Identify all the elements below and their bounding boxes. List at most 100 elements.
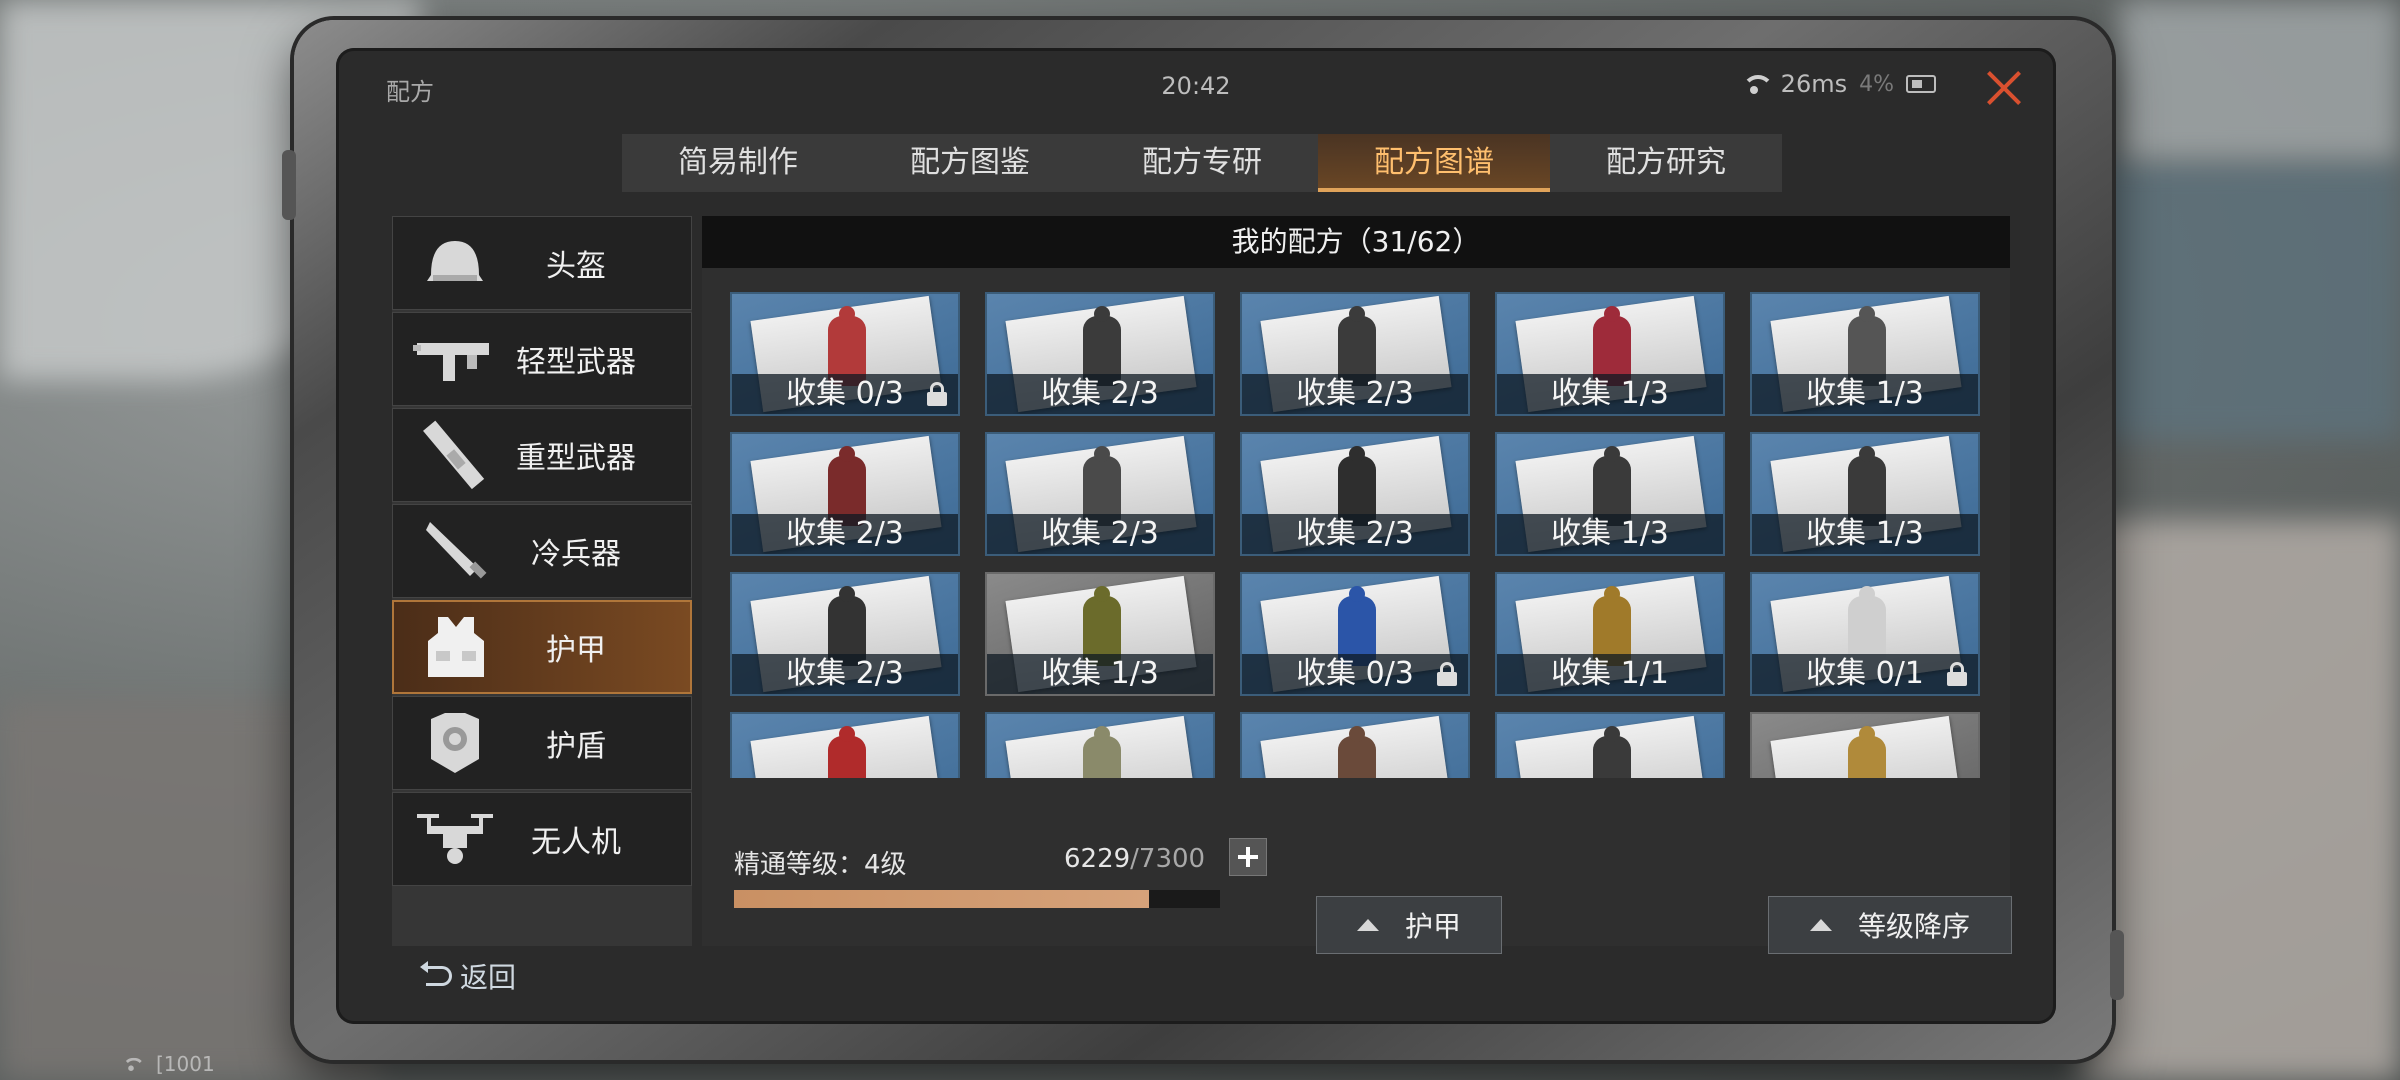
sidebar-item-helmet[interactable]: 头盔 bbox=[392, 216, 692, 310]
sidebar-item-label: 头盔 bbox=[546, 249, 606, 284]
drone-icon bbox=[409, 799, 501, 879]
blade-icon bbox=[409, 511, 501, 591]
recipe-card[interactable]: 收集 0/0 bbox=[1495, 712, 1725, 778]
background-blur bbox=[2080, 520, 2400, 1080]
tab-simple-craft[interactable]: 简易制作 bbox=[622, 134, 854, 192]
mastery-level: 精通等级：4级 bbox=[734, 850, 907, 880]
network-text: [1001 bbox=[156, 1052, 215, 1076]
recipe-grid: 收集 0/3 收集 2/3 收集 2/3 收集 1/3 收集 1/3 收集 2/3 收集 2… bbox=[702, 278, 2010, 778]
collection-count: 收集 1/1 bbox=[1497, 654, 1723, 694]
shield-icon bbox=[409, 703, 501, 783]
recipe-card[interactable]: 收集 2/3 bbox=[730, 432, 960, 556]
lock-icon bbox=[926, 382, 948, 406]
recipe-card[interactable]: 收集 2/3 bbox=[730, 572, 960, 696]
my-recipes-header: 我的配方（31/62） bbox=[702, 216, 2010, 268]
mastery-exp-max: /7300 bbox=[1130, 844, 1206, 874]
network-overlay: [1001 bbox=[116, 1052, 215, 1076]
collection-count: 收集 1/3 bbox=[987, 654, 1213, 694]
battery-icon bbox=[1906, 75, 1936, 93]
category-filter-label: 护甲 bbox=[1404, 910, 1461, 943]
wifi-icon bbox=[121, 1056, 145, 1071]
category-filter-button[interactable]: 护甲 bbox=[1316, 896, 1502, 954]
smg-icon bbox=[409, 319, 501, 399]
mastery-exp-current: 6229 bbox=[1064, 844, 1131, 874]
status-bar: 配方 20:42 26ms 4% bbox=[336, 48, 2056, 128]
back-button[interactable]: 返回 bbox=[420, 956, 517, 996]
recipe-card[interactable]: 收集 1/1 bbox=[1495, 572, 1725, 696]
sort-order-button[interactable]: 等级降序 bbox=[1768, 896, 2012, 954]
sidebar-item-armor[interactable]: 护甲 bbox=[392, 600, 692, 694]
collection-count: 收集 1/3 bbox=[1497, 514, 1723, 554]
tab-recipe-atlas[interactable]: 配方图谱 bbox=[1318, 134, 1550, 192]
device-button bbox=[2110, 930, 2124, 1000]
recipe-card[interactable]: 收集 0/1 bbox=[1240, 712, 1470, 778]
collection-count: 收集 2/3 bbox=[987, 514, 1213, 554]
tab-recipe-codex[interactable]: 配方图鉴 bbox=[854, 134, 1086, 192]
recipe-card[interactable]: 收集 2/3 bbox=[985, 432, 1215, 556]
recipe-panel: 我的配方（31/62） 收集 0/3 收集 2/3 收集 2/3 收集 1/3 收集 1… bbox=[702, 216, 2012, 954]
background-blur bbox=[2080, 160, 2400, 440]
battery-percent: 4% bbox=[1859, 71, 1894, 97]
sidebar-item-shield[interactable]: 护盾 bbox=[392, 696, 692, 790]
armor-figure bbox=[828, 726, 866, 778]
tab-recipe-research[interactable]: 配方研究 bbox=[1550, 134, 1782, 192]
sidebar-item-light-weapons[interactable]: 轻型武器 bbox=[392, 312, 692, 406]
status-indicators: 26ms 4% bbox=[1739, 70, 1936, 98]
collection-count: 收集 1/3 bbox=[1752, 374, 1978, 414]
helmet-icon bbox=[409, 223, 501, 303]
background-blur bbox=[2120, 0, 2400, 160]
sidebar-item-heavy-weapons[interactable]: 重型武器 bbox=[392, 408, 692, 502]
latency: 26ms bbox=[1780, 70, 1848, 98]
collection-count: 收集 0/3 bbox=[732, 374, 958, 414]
close-icon[interactable] bbox=[1982, 66, 2026, 110]
tab-recipe-study[interactable]: 配方专研 bbox=[1086, 134, 1318, 192]
recipe-card[interactable]: 收集 2/3 bbox=[1240, 432, 1470, 556]
recipe-card[interactable]: 收集 1/3 bbox=[1750, 432, 1980, 556]
sidebar-item-label: 护盾 bbox=[546, 729, 606, 764]
recipe-card[interactable]: 收集 0/1 bbox=[985, 712, 1215, 778]
recipe-card[interactable]: 收集 1/3 bbox=[985, 572, 1215, 696]
collection-count: 收集 2/3 bbox=[732, 654, 958, 694]
armor-figure bbox=[1593, 726, 1631, 778]
vest-icon bbox=[410, 607, 502, 687]
wifi-icon bbox=[1739, 73, 1774, 95]
triangle-up-icon bbox=[1809, 919, 1832, 931]
sidebar-item-drone[interactable]: 无人机 bbox=[392, 792, 692, 886]
lock-icon bbox=[1436, 662, 1458, 686]
recipe-card[interactable]: 收集 2/3 bbox=[1240, 292, 1470, 416]
collection-count: 收集 2/3 bbox=[1242, 514, 1468, 554]
sidebar-item-melee[interactable]: 冷兵器 bbox=[392, 504, 692, 598]
armor-figure bbox=[1083, 726, 1121, 778]
tab-bar: 简易制作 配方图鉴 配方专研 配方图谱 配方研究 bbox=[622, 134, 1782, 192]
recipe-card[interactable]: 收集 1/3 bbox=[1750, 292, 1980, 416]
triangle-up-icon bbox=[1356, 919, 1379, 931]
collection-count: 收集 0/3 bbox=[1242, 654, 1468, 694]
recipe-card[interactable]: 收集 1/1 bbox=[730, 712, 960, 778]
lock-icon bbox=[1946, 662, 1968, 686]
add-exp-button[interactable] bbox=[1229, 838, 1267, 876]
armor-figure bbox=[1848, 726, 1886, 778]
recipe-card[interactable]: 收集 0/1 bbox=[1750, 572, 1980, 696]
device-button bbox=[282, 150, 296, 220]
recipe-card[interactable]: 收集 0/3 bbox=[1240, 572, 1470, 696]
collection-count: 收集 2/3 bbox=[1242, 374, 1468, 414]
collection-count: 收集 1/3 bbox=[1497, 374, 1723, 414]
collection-count: 收集 2/3 bbox=[732, 514, 958, 554]
mastery-progress-fill bbox=[734, 890, 1149, 908]
recipe-card[interactable]: 收集 2/3 bbox=[985, 292, 1215, 416]
collection-count: 收集 1/3 bbox=[1752, 514, 1978, 554]
recipe-card[interactable]: 收集 0/3 bbox=[730, 292, 960, 416]
sidebar-item-label: 轻型武器 bbox=[516, 345, 636, 380]
recipe-card[interactable]: 收集 1/3 bbox=[1495, 292, 1725, 416]
launcher-icon bbox=[409, 415, 501, 495]
sidebar-item-label: 护甲 bbox=[546, 633, 606, 668]
recipe-card[interactable]: 收集 0/0 bbox=[1750, 712, 1980, 778]
mastery-exp: 6229/7300 bbox=[1064, 844, 1205, 874]
sidebar-item-label: 无人机 bbox=[531, 825, 621, 860]
return-icon bbox=[420, 961, 452, 986]
collection-count: 收集 2/3 bbox=[987, 374, 1213, 414]
recipe-card[interactable]: 收集 1/3 bbox=[1495, 432, 1725, 556]
armor-figure bbox=[1338, 726, 1376, 778]
sort-order-label: 等级降序 bbox=[1857, 910, 1970, 943]
back-label: 返回 bbox=[460, 961, 517, 994]
